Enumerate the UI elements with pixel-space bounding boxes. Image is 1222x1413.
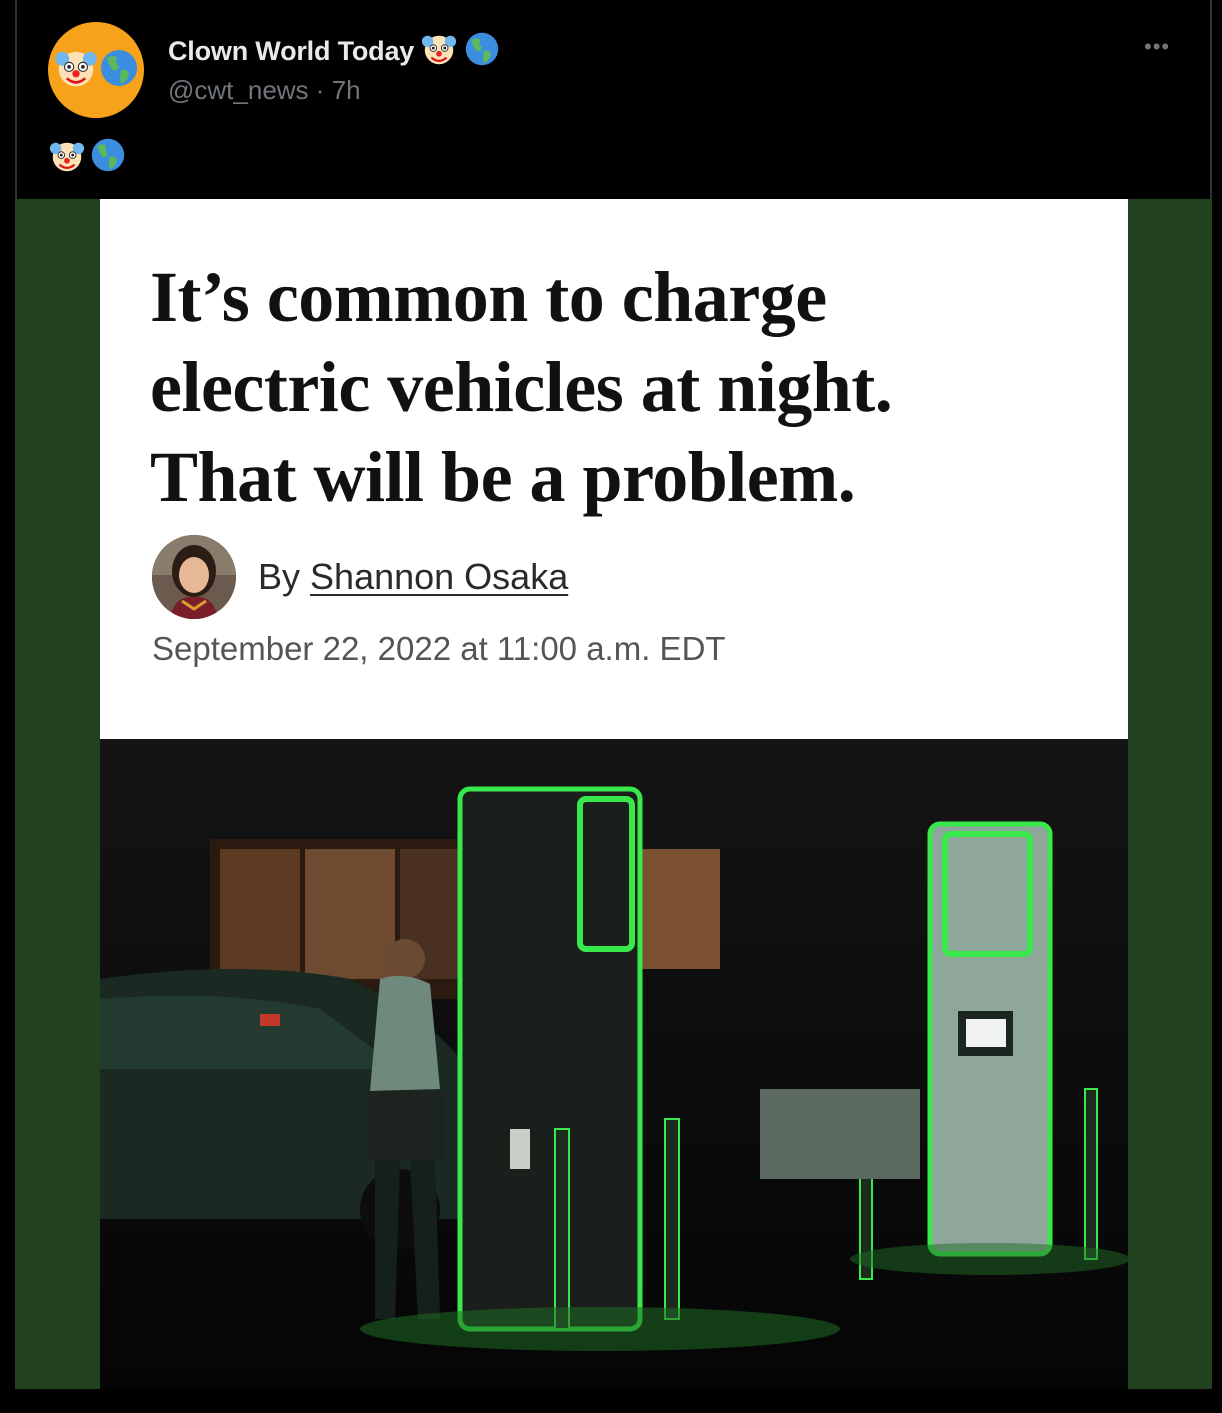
globe-icon: [99, 48, 139, 93]
article-photo: [100, 739, 1128, 1390]
article-date: September 22, 2022 at 11:00 a.m. EDT: [152, 630, 726, 667]
byline: By Shannon Osaka: [258, 556, 568, 598]
profile-avatar[interactable]: [48, 22, 144, 118]
clown-face-icon: [48, 137, 86, 180]
separator: ·: [315, 75, 325, 105]
byline-prefix: By: [258, 556, 301, 597]
clown-face-icon: [53, 45, 99, 96]
post-time[interactable]: 7h: [332, 75, 361, 105]
more-options-icon[interactable]: •••: [1144, 34, 1170, 60]
handle[interactable]: @cwt_news: [168, 75, 309, 105]
author-name-row[interactable]: Clown World Today: [168, 30, 500, 73]
handle-row: @cwt_news · 7h: [168, 75, 361, 106]
author-link[interactable]: Shannon Osaka: [310, 556, 568, 597]
headline-line: That will be a problem.: [150, 437, 856, 517]
display-name[interactable]: Clown World Today: [168, 36, 414, 67]
tweet-footer-divider: [15, 1389, 1212, 1413]
article-headline: It’s common to charge electric vehicles …: [150, 252, 1050, 522]
headline-line: electric vehicles at night.: [150, 347, 893, 427]
clown-face-icon: [420, 30, 458, 73]
globe-icon: [90, 137, 126, 180]
globe-icon: [464, 31, 500, 72]
headline-line: It’s common to charge: [150, 257, 827, 337]
tweet-text: [48, 137, 126, 180]
author-avatar: [152, 535, 236, 619]
